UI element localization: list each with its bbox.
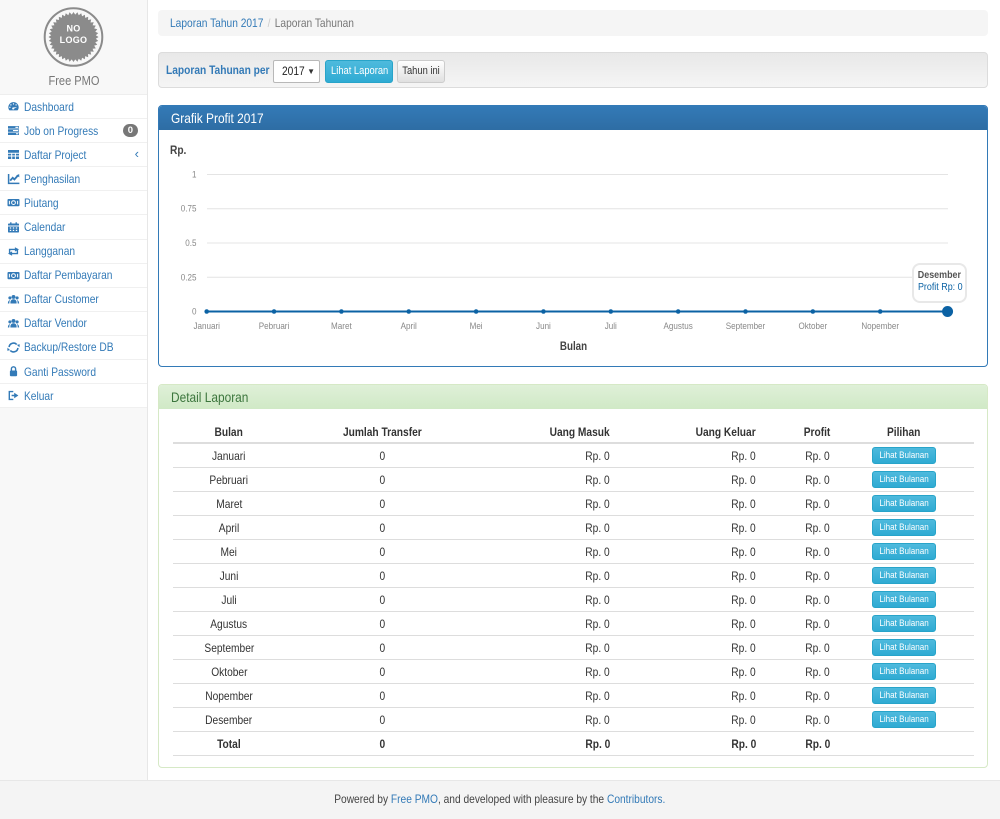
svg-text:Bulan: Bulan (560, 341, 587, 353)
svg-text:September: September (726, 321, 766, 332)
svg-text:0.75: 0.75 (181, 204, 197, 215)
svg-text:Rp.: Rp. (170, 143, 186, 157)
svg-text:1: 1 (192, 170, 197, 181)
svg-text:Pebruari: Pebruari (259, 321, 290, 332)
svg-text:Oktober: Oktober (799, 321, 828, 332)
svg-text:Maret: Maret (331, 321, 352, 332)
svg-text:0: 0 (192, 307, 197, 318)
svg-text:Januari: Januari (193, 321, 220, 332)
svg-text:April: April (401, 321, 417, 332)
svg-text:Juli: Juli (605, 321, 617, 332)
svg-text:Agustus: Agustus (664, 321, 693, 332)
svg-text:Mei: Mei (470, 321, 483, 332)
svg-text:0.25: 0.25 (181, 272, 197, 283)
svg-text:0.5: 0.5 (185, 238, 196, 249)
svg-text:NO: NO (66, 24, 80, 34)
svg-text:LOGO: LOGO (60, 35, 88, 45)
svg-text:Nopember: Nopember (861, 321, 899, 332)
svg-text:Juni: Juni (536, 321, 551, 332)
